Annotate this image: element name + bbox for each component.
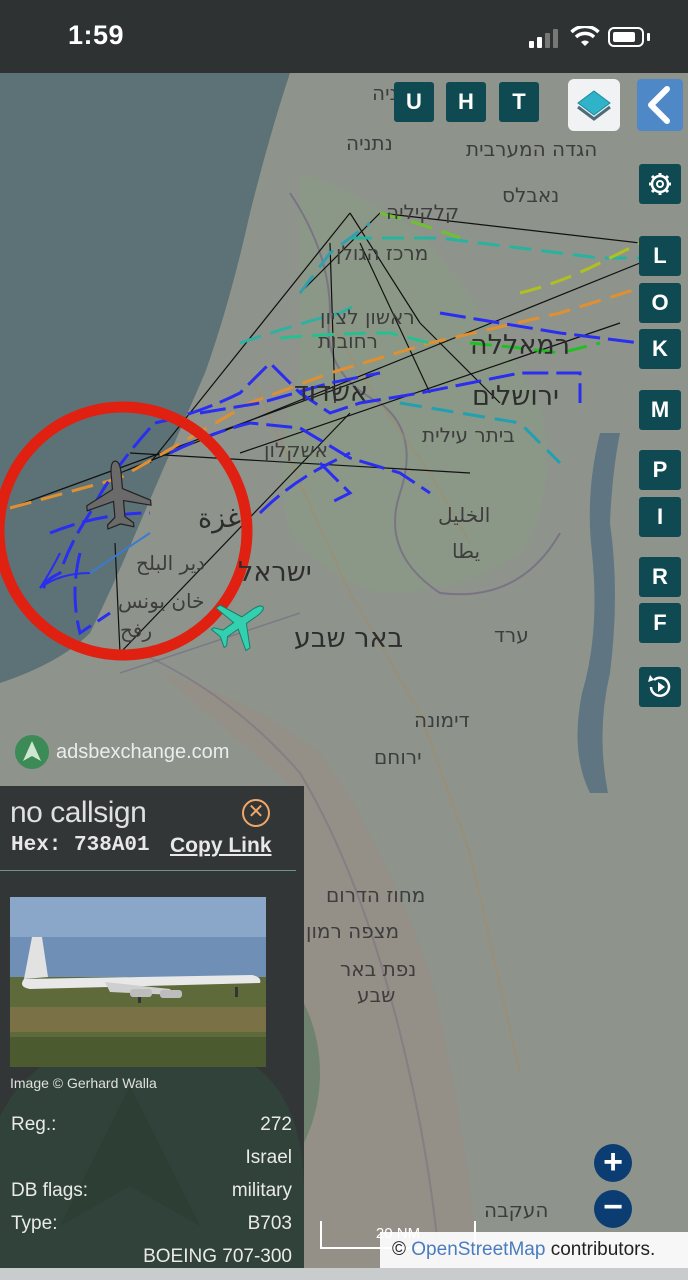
map-label: ראשון לציון xyxy=(320,305,415,329)
divider xyxy=(0,870,296,871)
copy-link-button[interactable]: Copy Link xyxy=(170,834,272,858)
hex-code: Hex: 738A01 xyxy=(11,834,150,857)
zoom-in-icon[interactable]: + xyxy=(594,1144,632,1182)
map-label: رفح xyxy=(120,618,153,642)
map-label: מחוז הדרום xyxy=(326,883,426,907)
adsbx-attribution[interactable]: adsbexchange.com xyxy=(14,734,229,770)
osm-suffix: contributors. xyxy=(545,1239,656,1260)
gear-icon xyxy=(649,173,671,195)
adsbx-logo-icon xyxy=(15,735,49,769)
map-label: الخليل xyxy=(438,503,491,527)
type-value: B703 xyxy=(247,1213,292,1234)
map-label: يطا xyxy=(452,539,481,563)
settings-button[interactable] xyxy=(639,164,681,204)
map-label: ירוחם xyxy=(374,745,422,769)
callsign: no callsign xyxy=(10,796,147,829)
map-label: רחובות xyxy=(318,329,378,353)
map-label: נתניה xyxy=(346,131,393,155)
map-label: خان يونس xyxy=(118,589,205,613)
map-label: אשדוד xyxy=(294,377,369,408)
map-label: دير البلح xyxy=(136,551,206,575)
map-label: קלקיליה xyxy=(386,200,460,224)
status-time: 1:59 xyxy=(68,20,125,50)
type-label: Type: xyxy=(11,1213,58,1234)
db-flags-value: military xyxy=(231,1180,292,1201)
side-button-o[interactable]: O xyxy=(639,283,681,323)
map-label: ישראל xyxy=(238,557,312,588)
osm-link[interactable]: OpenStreetMap xyxy=(411,1239,545,1260)
map-label: שבע xyxy=(357,983,396,1007)
layers-icon xyxy=(577,90,611,121)
wifi-icon xyxy=(570,26,600,46)
status-bar: 1:59 xyxy=(0,0,688,73)
battery-icon xyxy=(608,27,644,47)
back-chevron-icon xyxy=(648,86,670,124)
side-button-m[interactable]: M xyxy=(639,390,681,430)
osm-prefix: © xyxy=(392,1239,412,1260)
reg-value: 272 xyxy=(260,1114,292,1135)
adsbx-link[interactable]: adsbexchange.com xyxy=(56,741,229,764)
signal-icon xyxy=(529,28,561,48)
map-label: אשקלון xyxy=(264,438,328,462)
country-value: Israel xyxy=(245,1147,292,1168)
aircraft-info-panel: no callsign ✕ Hex: 738A01 Copy Link Imag… xyxy=(0,786,304,1268)
map-label: מרכז הגולן xyxy=(336,241,429,265)
map-label: ירושלים xyxy=(472,381,560,412)
image-credit: Image © Gerhard Walla xyxy=(10,1075,157,1091)
toolbar-button-u[interactable]: U xyxy=(394,82,434,122)
side-button-i[interactable]: I xyxy=(639,497,681,537)
side-button-f[interactable]: F xyxy=(639,603,681,643)
type-description: BOEING 707-300 xyxy=(143,1246,292,1267)
reg-label: Reg.: xyxy=(11,1114,57,1135)
map-label: רמאללה xyxy=(470,330,570,361)
side-button-k[interactable]: K xyxy=(639,329,681,369)
osm-attribution: © OpenStreetMap contributors. xyxy=(380,1232,688,1268)
zoom-out-icon[interactable]: − xyxy=(594,1190,632,1228)
map-label: הגדה המערבית xyxy=(466,137,598,161)
db-flags-label: DB flags: xyxy=(11,1180,89,1201)
map-label: غزة xyxy=(198,503,242,534)
layers-button[interactable] xyxy=(568,79,620,131)
map-label: נאבלס xyxy=(502,183,560,207)
home-indicator-area xyxy=(0,1268,688,1280)
map-label: באר שבע xyxy=(294,623,404,654)
close-icon[interactable]: ✕ xyxy=(242,799,270,827)
toolbar-button-h[interactable]: H xyxy=(446,82,486,122)
side-button-l[interactable]: L xyxy=(639,236,681,276)
map-label: דימונה xyxy=(414,708,470,732)
aircraft-photo[interactable] xyxy=(10,897,266,1067)
side-button-r[interactable]: R xyxy=(639,557,681,597)
map-label: העקבה xyxy=(484,1198,549,1222)
back-button[interactable] xyxy=(637,79,683,131)
map-label: ערד xyxy=(494,623,529,647)
replay-icon xyxy=(648,675,671,697)
map-label: מצפה רמון xyxy=(306,919,400,943)
map-label: ביתר עילית xyxy=(422,423,515,447)
toolbar-button-t[interactable]: T xyxy=(499,82,539,122)
replay-button[interactable] xyxy=(639,667,681,707)
map-label: נפת באר xyxy=(340,957,417,981)
side-button-p[interactable]: P xyxy=(639,450,681,490)
